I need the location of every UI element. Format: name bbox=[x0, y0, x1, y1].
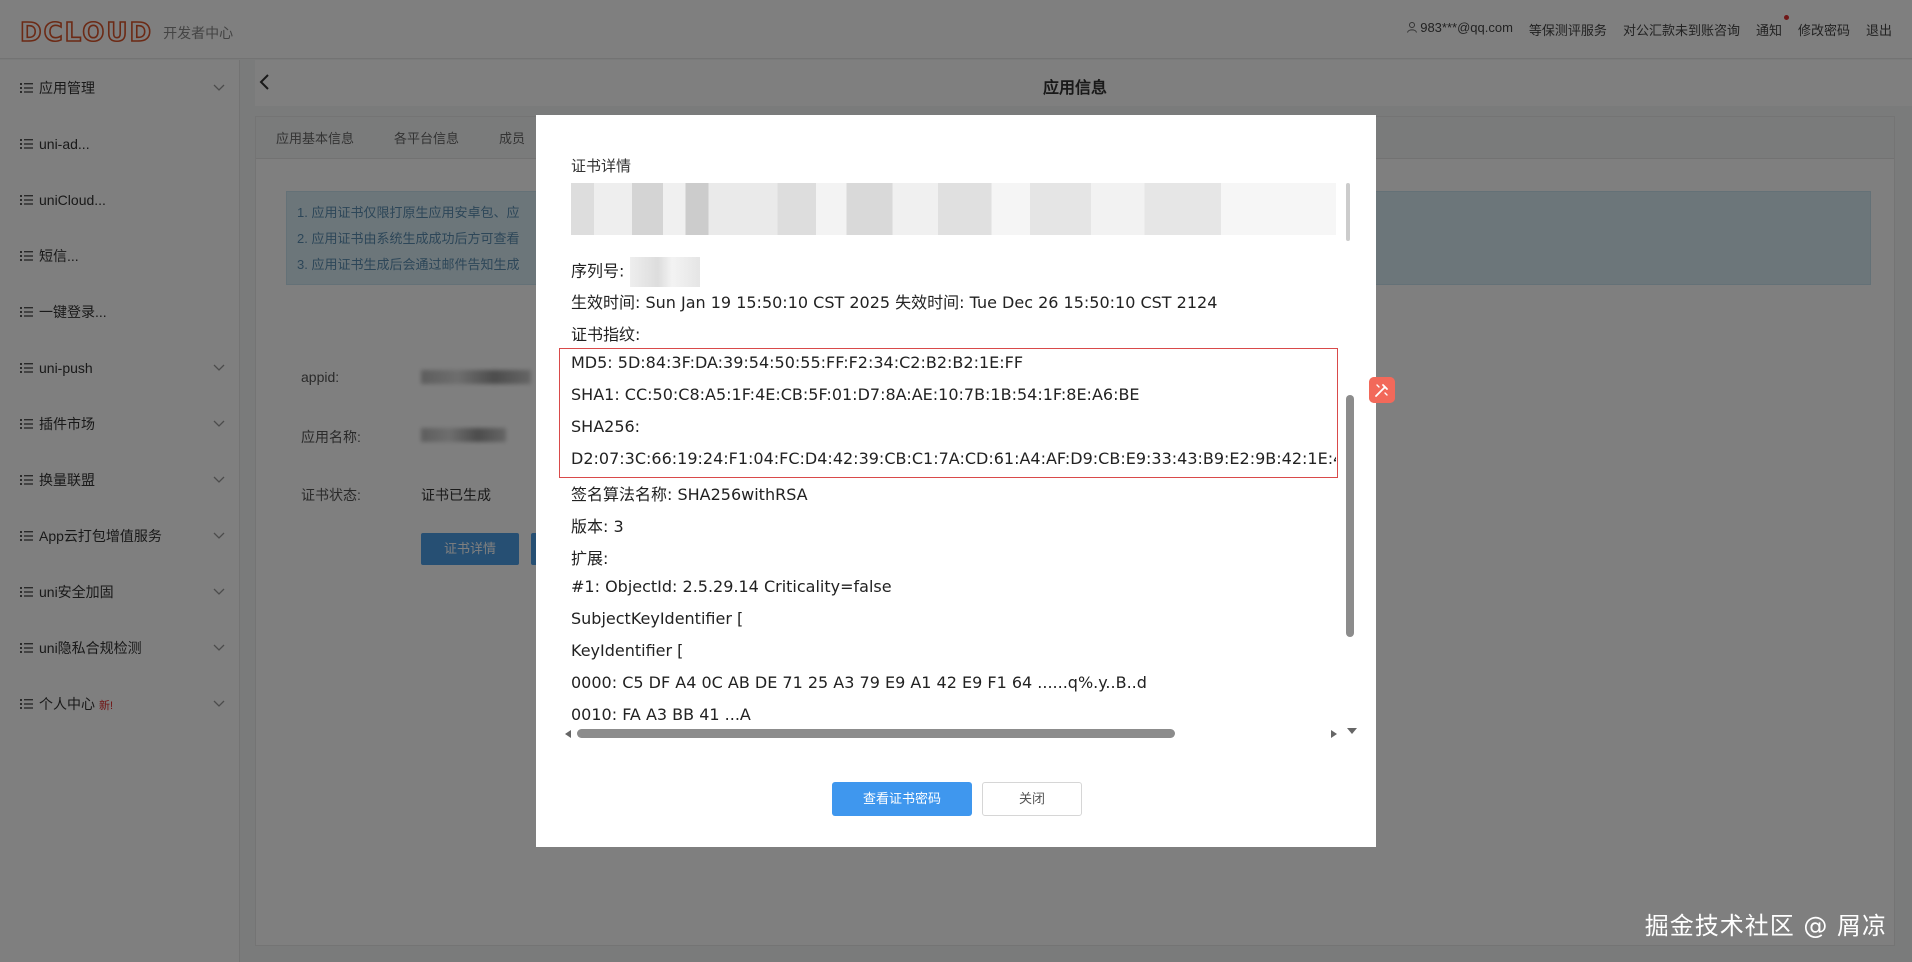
extensions-label: 扩展: bbox=[571, 549, 609, 568]
vertical-scrollbar-top bbox=[1346, 183, 1350, 241]
serial-value-redacted bbox=[629, 257, 700, 287]
vertical-scrollbar[interactable] bbox=[1344, 183, 1357, 737]
sig-alg-line: 签名算法名称: SHA256withRSA bbox=[571, 485, 808, 504]
serial-row: 序列号: bbox=[571, 257, 700, 287]
scroll-left-arrow-icon[interactable] bbox=[565, 730, 571, 738]
edit-pen-icon[interactable] bbox=[1369, 377, 1395, 403]
scroll-down-arrow-icon[interactable] bbox=[1347, 728, 1357, 734]
ext-line-2: SubjectKeyIdentifier [ bbox=[571, 609, 744, 628]
ext-line-3: KeyIdentifier [ bbox=[571, 641, 684, 660]
validity-line: 生效时间: Sun Jan 19 15:50:10 CST 2025 失效时间:… bbox=[571, 293, 1218, 312]
scroll-right-arrow-icon[interactable] bbox=[1331, 730, 1337, 738]
ext-line-5: 0010: FA A3 BB 41 ...A bbox=[571, 705, 751, 724]
cert-detail-dialog: 证书详情 序列号: 生效时间: Sun Jan 19 15:50:10 CST … bbox=[536, 115, 1376, 847]
watermark: 掘金技术社区 @ 屑凉 bbox=[1644, 912, 1887, 940]
view-cert-password-button[interactable]: 查看证书密码 bbox=[832, 782, 972, 816]
dialog-title: 证书详情 bbox=[571, 158, 632, 175]
ext-line-1: #1: ObjectId: 2.5.29.14 Criticality=fals… bbox=[571, 577, 892, 596]
close-button[interactable]: 关闭 bbox=[982, 782, 1082, 816]
horizontal-scrollbar[interactable] bbox=[565, 727, 1337, 741]
ext-line-4: 0000: C5 DF A4 0C AB DE 71 25 A3 79 E9 A… bbox=[571, 673, 1147, 692]
horizontal-scrollbar-thumb[interactable] bbox=[577, 729, 1175, 738]
vertical-scrollbar-thumb[interactable] bbox=[1346, 395, 1354, 637]
redacted-subject bbox=[571, 183, 1336, 235]
fingerprint-highlight-box bbox=[559, 348, 1338, 478]
fingerprint-label: 证书指纹: bbox=[571, 325, 641, 344]
version-line: 版本: 3 bbox=[571, 517, 624, 536]
serial-label: 序列号: bbox=[571, 261, 625, 281]
